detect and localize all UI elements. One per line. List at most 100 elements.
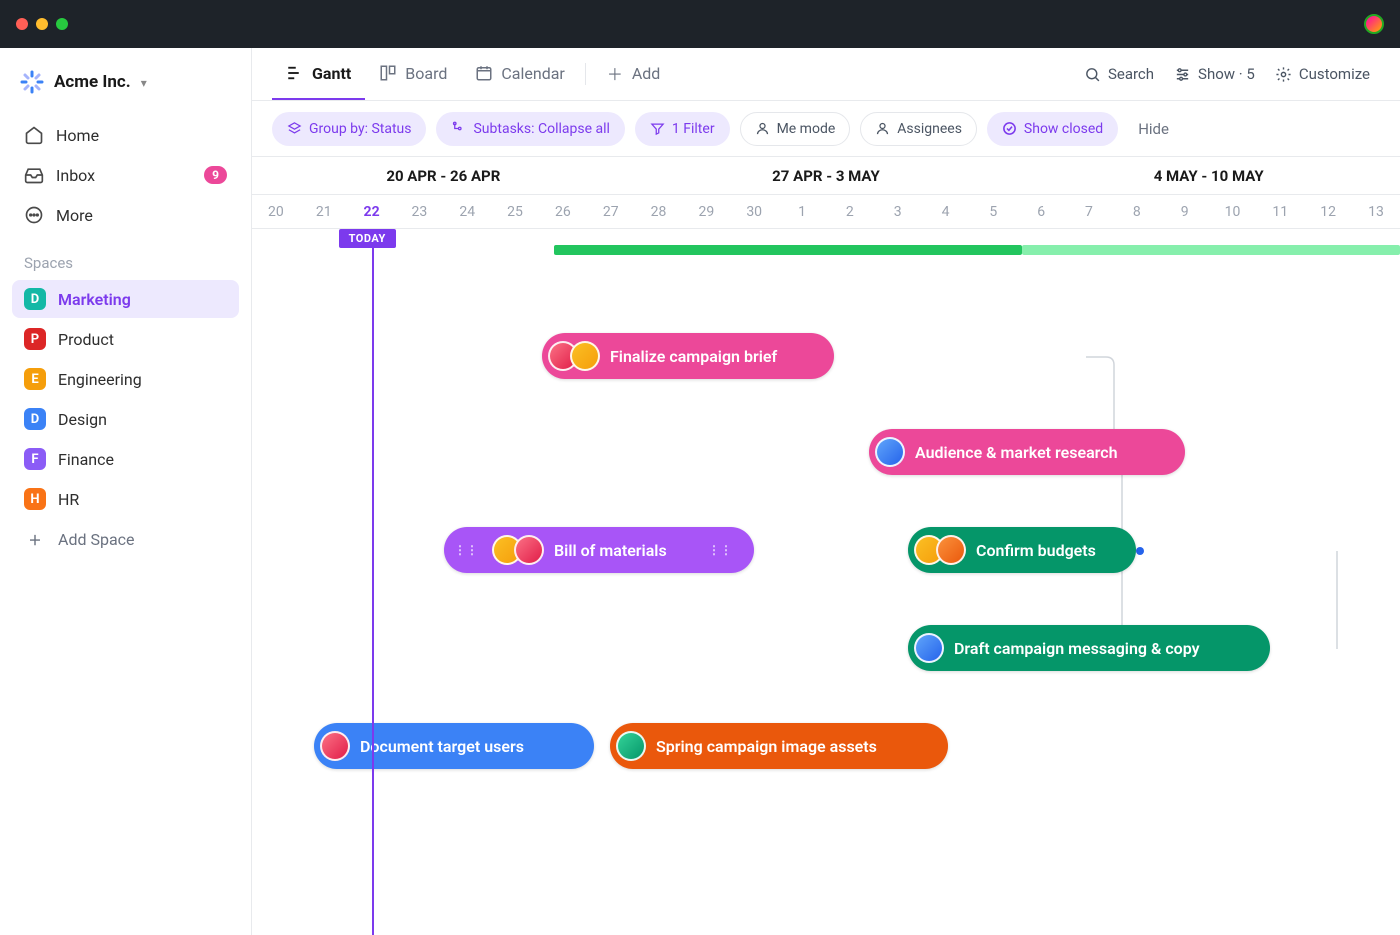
task-bar[interactable]: Draft campaign messaging & copy (908, 625, 1270, 671)
day-cell[interactable]: 24 (443, 204, 491, 220)
more-icon (24, 205, 44, 225)
add-space-label: Add Space (58, 530, 135, 549)
day-cell[interactable]: 2 (826, 204, 874, 220)
customize-button[interactable]: Customize (1265, 59, 1380, 89)
sidebar-space-design[interactable]: DDesign (12, 400, 239, 438)
view-tab-calendar-label: Calendar (501, 64, 564, 83)
task-label: Spring campaign image assets (656, 737, 877, 756)
titlebar (0, 0, 1400, 48)
avatar[interactable] (320, 731, 350, 761)
task-avatars (616, 731, 646, 761)
day-row: 202122232425262728293012345678910111213 (252, 195, 1400, 229)
milestone-dot (1136, 547, 1144, 555)
plus-icon: ＋ (606, 64, 624, 82)
task-avatars (548, 341, 600, 371)
avatar[interactable] (514, 535, 544, 565)
subtasks-label: Subtasks: Collapse all (473, 121, 609, 137)
view-tab-gantt[interactable]: Gantt (272, 48, 365, 100)
gantt-icon (286, 64, 304, 82)
day-cell[interactable]: 7 (1065, 204, 1113, 220)
inbox-badge: 9 (204, 166, 227, 184)
day-cell[interactable]: 10 (1209, 204, 1257, 220)
chevron-down-icon: ▾ (141, 76, 147, 90)
day-cell[interactable]: 1 (778, 204, 826, 220)
hide-button[interactable]: Hide (1138, 120, 1169, 138)
sidebar-space-product[interactable]: PProduct (12, 320, 239, 358)
day-cell[interactable]: 27 (587, 204, 635, 220)
day-cell[interactable]: 3 (874, 204, 922, 220)
week-label: 4 MAY - 10 MAY (1017, 167, 1400, 185)
gantt-chart[interactable]: Finalize campaign brief Audience & market… (252, 229, 1400, 935)
divider (585, 63, 586, 85)
task-bar[interactable]: ⋮⋮Bill of materials⋮⋮ (444, 527, 754, 573)
drag-handle-icon[interactable]: ⋮⋮ (704, 543, 736, 557)
day-cell[interactable]: 9 (1161, 204, 1209, 220)
day-cell[interactable]: 26 (539, 204, 587, 220)
day-cell[interactable]: 4 (922, 204, 970, 220)
search-button[interactable]: Search (1074, 59, 1164, 89)
show-closed-pill[interactable]: Show closed (987, 112, 1118, 146)
space-label: Marketing (58, 290, 131, 309)
task-bar[interactable]: Finalize campaign brief (542, 333, 834, 379)
day-cell[interactable]: 30 (730, 204, 778, 220)
space-badge: E (24, 368, 46, 390)
avatar[interactable] (570, 341, 600, 371)
view-tab-calendar[interactable]: Calendar (461, 48, 578, 100)
person-icon (755, 121, 770, 136)
day-cell[interactable]: 22 (348, 204, 396, 220)
sidebar-space-hr[interactable]: HHR (12, 480, 239, 518)
maximize-window-button[interactable] (56, 18, 68, 30)
logo-icon (20, 70, 44, 94)
day-cell[interactable]: 12 (1304, 204, 1352, 220)
day-cell[interactable]: 13 (1352, 204, 1400, 220)
add-space-button[interactable]: ＋ Add Space (12, 520, 239, 558)
space-badge: H (24, 488, 46, 510)
day-cell[interactable]: 29 (682, 204, 730, 220)
subtasks-pill[interactable]: Subtasks: Collapse all (436, 112, 624, 146)
close-window-button[interactable] (16, 18, 28, 30)
avatar[interactable] (875, 437, 905, 467)
me-mode-pill[interactable]: Me mode (740, 112, 851, 146)
task-bar[interactable]: Audience & market research (869, 429, 1185, 475)
nav-inbox[interactable]: Inbox 9 (12, 156, 239, 194)
day-cell[interactable]: 20 (252, 204, 300, 220)
me-mode-label: Me mode (777, 121, 836, 137)
day-cell[interactable]: 8 (1113, 204, 1161, 220)
add-view-label: Add (632, 64, 660, 83)
week-label: 20 APR - 26 APR (252, 167, 635, 185)
sliders-icon (1174, 66, 1191, 83)
avatar[interactable] (936, 535, 966, 565)
add-view-button[interactable]: ＋ Add (592, 48, 674, 100)
workspace-switcher[interactable]: Acme Inc. ▾ (12, 64, 239, 100)
summary-bar-remaining (1022, 245, 1400, 255)
day-cell[interactable]: 11 (1256, 204, 1304, 220)
day-cell[interactable]: 5 (969, 204, 1017, 220)
day-cell[interactable]: 25 (491, 204, 539, 220)
view-tab-board[interactable]: Board (365, 48, 461, 100)
group-by-pill[interactable]: Group by: Status (272, 112, 426, 146)
show-button[interactable]: Show · 5 (1164, 59, 1265, 89)
nav-more[interactable]: More (12, 196, 239, 234)
task-label: Audience & market research (915, 443, 1118, 462)
sidebar-space-marketing[interactable]: DMarketing (12, 280, 239, 318)
board-icon (379, 64, 397, 82)
day-cell[interactable]: 28 (635, 204, 683, 220)
minimize-window-button[interactable] (36, 18, 48, 30)
nav-home[interactable]: Home (12, 116, 239, 154)
drag-handle-icon[interactable]: ⋮⋮ (450, 543, 482, 557)
user-avatar[interactable] (1364, 14, 1384, 34)
day-cell[interactable]: 6 (1017, 204, 1065, 220)
avatar[interactable] (914, 633, 944, 663)
assignees-pill[interactable]: Assignees (860, 112, 977, 146)
space-label: Engineering (58, 370, 142, 389)
avatar[interactable] (616, 731, 646, 761)
task-bar[interactable]: Confirm budgets (908, 527, 1136, 573)
task-bar[interactable]: Document target users (314, 723, 594, 769)
filter-pill[interactable]: 1 Filter (635, 112, 730, 146)
day-cell[interactable]: 23 (395, 204, 443, 220)
sidebar-space-finance[interactable]: FFinance (12, 440, 239, 478)
task-bar[interactable]: Spring campaign image assets (610, 723, 948, 769)
day-cell[interactable]: 21 (300, 204, 348, 220)
space-label: Product (58, 330, 114, 349)
sidebar-space-engineering[interactable]: E Engineering (12, 360, 239, 398)
